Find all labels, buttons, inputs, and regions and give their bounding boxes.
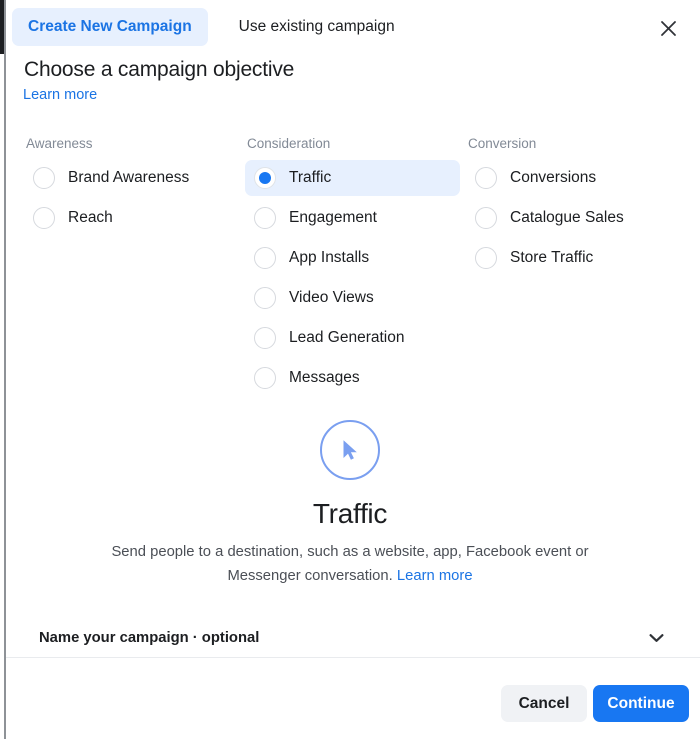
tab-create-new-campaign[interactable]: Create New Campaign xyxy=(12,8,208,46)
option-app-installs[interactable]: App Installs xyxy=(245,240,460,276)
radio-conversions[interactable] xyxy=(475,167,497,189)
option-messages[interactable]: Messages xyxy=(245,360,460,396)
option-label: Lead Generation xyxy=(289,329,405,346)
campaign-objective-dialog: Create New Campaign Use existing campaig… xyxy=(0,0,700,739)
option-label: Engagement xyxy=(289,209,377,226)
option-label: Store Traffic xyxy=(510,249,594,266)
option-label: Video Views xyxy=(289,289,374,306)
radio-messages[interactable] xyxy=(254,367,276,389)
column-title-consideration: Consideration xyxy=(247,136,331,151)
option-label: App Installs xyxy=(289,249,370,266)
column-title-conversion: Conversion xyxy=(468,136,537,151)
preview-description: Send people to a destination, such as a … xyxy=(78,541,623,589)
preview-title: Traffic xyxy=(312,498,388,529)
column-title-awareness: Awareness xyxy=(26,136,93,151)
page-title: Choose a campaign objective xyxy=(24,58,295,81)
option-label: Messages xyxy=(289,369,360,386)
option-traffic[interactable]: Traffic xyxy=(245,160,460,196)
close-button[interactable] xyxy=(653,13,683,43)
column-conversion: Conversion Conversions Catalogue Sales S… xyxy=(466,136,691,280)
learn-more-link[interactable]: Learn more xyxy=(23,87,97,103)
option-video-views[interactable]: Video Views xyxy=(245,280,460,316)
column-awareness: Awareness Brand Awareness Reach xyxy=(24,136,234,240)
close-icon xyxy=(660,20,676,36)
name-campaign-expand-button[interactable] xyxy=(648,630,664,646)
preview-icon-circle xyxy=(320,420,380,480)
tab-use-existing-campaign[interactable]: Use existing campaign xyxy=(229,8,405,46)
chevron-down-icon xyxy=(649,633,663,642)
option-label: Brand Awareness xyxy=(68,169,190,186)
option-store-traffic[interactable]: Store Traffic xyxy=(466,240,691,276)
dialog-footer: Cancel Continue xyxy=(6,658,700,739)
radio-lead-generation[interactable] xyxy=(254,327,276,349)
option-label: Conversions xyxy=(510,169,597,186)
tabstrip: Create New Campaign Use existing campaig… xyxy=(6,0,405,54)
column-consideration: Consideration Traffic Engagement App Ins… xyxy=(245,136,460,400)
name-campaign-section[interactable]: Name your campaign · optional xyxy=(0,618,700,657)
radio-reach[interactable] xyxy=(33,207,55,229)
radio-engagement[interactable] xyxy=(254,207,276,229)
radio-traffic[interactable] xyxy=(254,167,276,189)
name-campaign-label: Name your campaign · optional xyxy=(39,629,260,646)
dialog-header: Create New Campaign Use existing campaig… xyxy=(6,0,700,54)
option-reach[interactable]: Reach xyxy=(24,200,234,236)
preview-description-text: Send people to a destination, such as a … xyxy=(111,544,589,584)
option-lead-generation[interactable]: Lead Generation xyxy=(245,320,460,356)
option-label: Traffic xyxy=(289,169,332,186)
cursor-pointer-icon xyxy=(343,440,357,460)
preview-learn-more-link[interactable]: Learn more xyxy=(397,568,473,584)
option-conversions[interactable]: Conversions xyxy=(466,160,691,196)
radio-app-installs[interactable] xyxy=(254,247,276,269)
option-catalogue-sales[interactable]: Catalogue Sales xyxy=(466,200,691,236)
radio-brand-awareness[interactable] xyxy=(33,167,55,189)
radio-catalogue-sales[interactable] xyxy=(475,207,497,229)
radio-store-traffic[interactable] xyxy=(475,247,497,269)
radio-video-views[interactable] xyxy=(254,287,276,309)
option-label: Catalogue Sales xyxy=(510,209,624,226)
cancel-button[interactable]: Cancel xyxy=(501,685,587,722)
continue-button[interactable]: Continue xyxy=(593,685,689,722)
option-label: Reach xyxy=(68,209,113,226)
option-brand-awareness[interactable]: Brand Awareness xyxy=(24,160,234,196)
option-engagement[interactable]: Engagement xyxy=(245,200,460,236)
objective-preview: Traffic Send people to a destination, su… xyxy=(0,420,700,589)
